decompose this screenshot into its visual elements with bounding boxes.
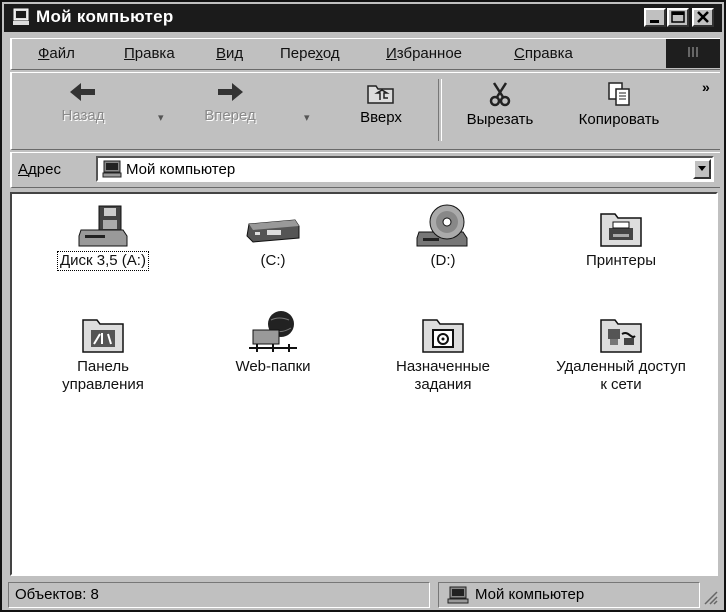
windows-logo-box (666, 39, 720, 68)
address-label: Адрес (18, 161, 61, 178)
item-label: Диск 3,5 (A:) (57, 251, 149, 271)
address-dropdown-button[interactable] (693, 159, 711, 179)
minimize-icon (650, 20, 659, 23)
item-label: (C:) (260, 252, 286, 269)
toolbar-separator (438, 79, 442, 141)
address-bar: Адрес Мой компьютер (10, 152, 720, 188)
drive-d-item[interactable]: (D:) (368, 202, 518, 270)
cd-drive-icon (416, 204, 468, 247)
cut-button[interactable]: Вырезать (452, 81, 548, 128)
web-folders-icon (249, 311, 297, 352)
forward-history-dropdown[interactable]: ▾ (304, 111, 310, 124)
printers-item[interactable]: Принтеры (546, 204, 696, 270)
printers-folder-icon (600, 213, 642, 247)
control-panel-folder-icon (82, 319, 124, 353)
menu-file[interactable]: Файл (38, 45, 75, 62)
menu-bar: Файл Правка Вид Переход Избранное Справк… (10, 38, 720, 70)
control-panel-item[interactable]: Панель управления (28, 310, 178, 394)
explorer-window: Мой компьютер Файл Правка Вид Переход Из… (0, 0, 726, 612)
my-computer-icon (102, 160, 122, 178)
copy-label: Копировать (578, 111, 660, 128)
address-field[interactable]: Мой компьютер (96, 156, 714, 182)
scheduled-tasks-folder-icon (422, 319, 464, 353)
back-label: Назад (61, 107, 105, 124)
my-computer-icon (13, 8, 29, 25)
item-label: Принтеры (586, 252, 656, 269)
dial-up-networking-folder-icon (600, 319, 642, 353)
minimize-button[interactable] (644, 8, 666, 27)
back-history-dropdown[interactable]: ▾ (158, 111, 164, 124)
window-title: Мой компьютер (36, 7, 174, 26)
status-object-count: Объектов: 8 (15, 586, 99, 603)
forward-arrow-icon (218, 83, 243, 101)
floppy-drive-icon (78, 205, 128, 247)
menu-go[interactable]: Переход (280, 45, 340, 62)
web-folders-item[interactable]: Web-папки (198, 308, 348, 376)
maximize-button[interactable] (667, 8, 689, 27)
up-button[interactable]: Вверх (346, 81, 416, 126)
item-label: Назначенные задания (395, 358, 491, 393)
item-label: Web-папки (235, 358, 311, 375)
forward-label: Вперед (204, 107, 256, 124)
menu-view[interactable]: Вид (216, 45, 243, 62)
copy-button[interactable]: Копировать (560, 81, 678, 128)
item-label: (D:) (430, 252, 456, 269)
status-location: Мой компьютер (475, 586, 585, 603)
drive-c-item[interactable]: (C:) (198, 204, 348, 270)
resize-grip-icon[interactable] (702, 589, 718, 605)
back-arrow-icon (70, 83, 95, 101)
up-label: Вверх (360, 109, 402, 126)
menu-edit[interactable]: Правка (124, 45, 175, 62)
back-button[interactable]: Назад (48, 81, 118, 124)
status-bar: Объектов: 8 Мой компьютер (2, 579, 724, 610)
scissors-icon (489, 82, 511, 107)
cut-label: Вырезать (466, 111, 534, 128)
windows-logo-icon (688, 47, 698, 57)
address-value: Мой компьютер (126, 161, 236, 178)
folder-up-icon (367, 85, 394, 104)
hard-drive-icon (246, 219, 300, 243)
status-object-count-panel: Объектов: 8 (8, 582, 430, 608)
item-label: Удаленный доступ к сети (556, 358, 686, 393)
drive-a-item[interactable]: Диск 3,5 (A:) (28, 204, 178, 271)
menu-help[interactable]: Справка (514, 45, 573, 62)
copy-icon (608, 82, 630, 106)
maximize-icon (671, 11, 685, 23)
close-icon (697, 11, 709, 23)
chevron-down-icon (698, 166, 706, 171)
file-view[interactable]: Диск 3,5 (A:) (C:) (D:) Принтеры Панель … (10, 192, 718, 576)
close-button[interactable] (692, 8, 714, 27)
status-location-panel: Мой компьютер (438, 582, 700, 608)
forward-button[interactable]: Вперед (190, 81, 270, 124)
scheduled-tasks-item[interactable]: Назначенные задания (368, 310, 518, 394)
my-computer-icon (447, 586, 469, 604)
dial-up-networking-item[interactable]: Удаленный доступ к сети (546, 310, 696, 394)
toolbar-overflow-chevron[interactable]: » (702, 79, 710, 95)
menu-favorites[interactable]: Избранное (386, 45, 462, 62)
title-bar[interactable]: Мой компьютер (4, 4, 722, 32)
item-label: Панель управления (62, 358, 144, 393)
standard-toolbar: Назад ▾ Вперед ▾ Вверх Вырезать Копирова… (10, 72, 720, 150)
